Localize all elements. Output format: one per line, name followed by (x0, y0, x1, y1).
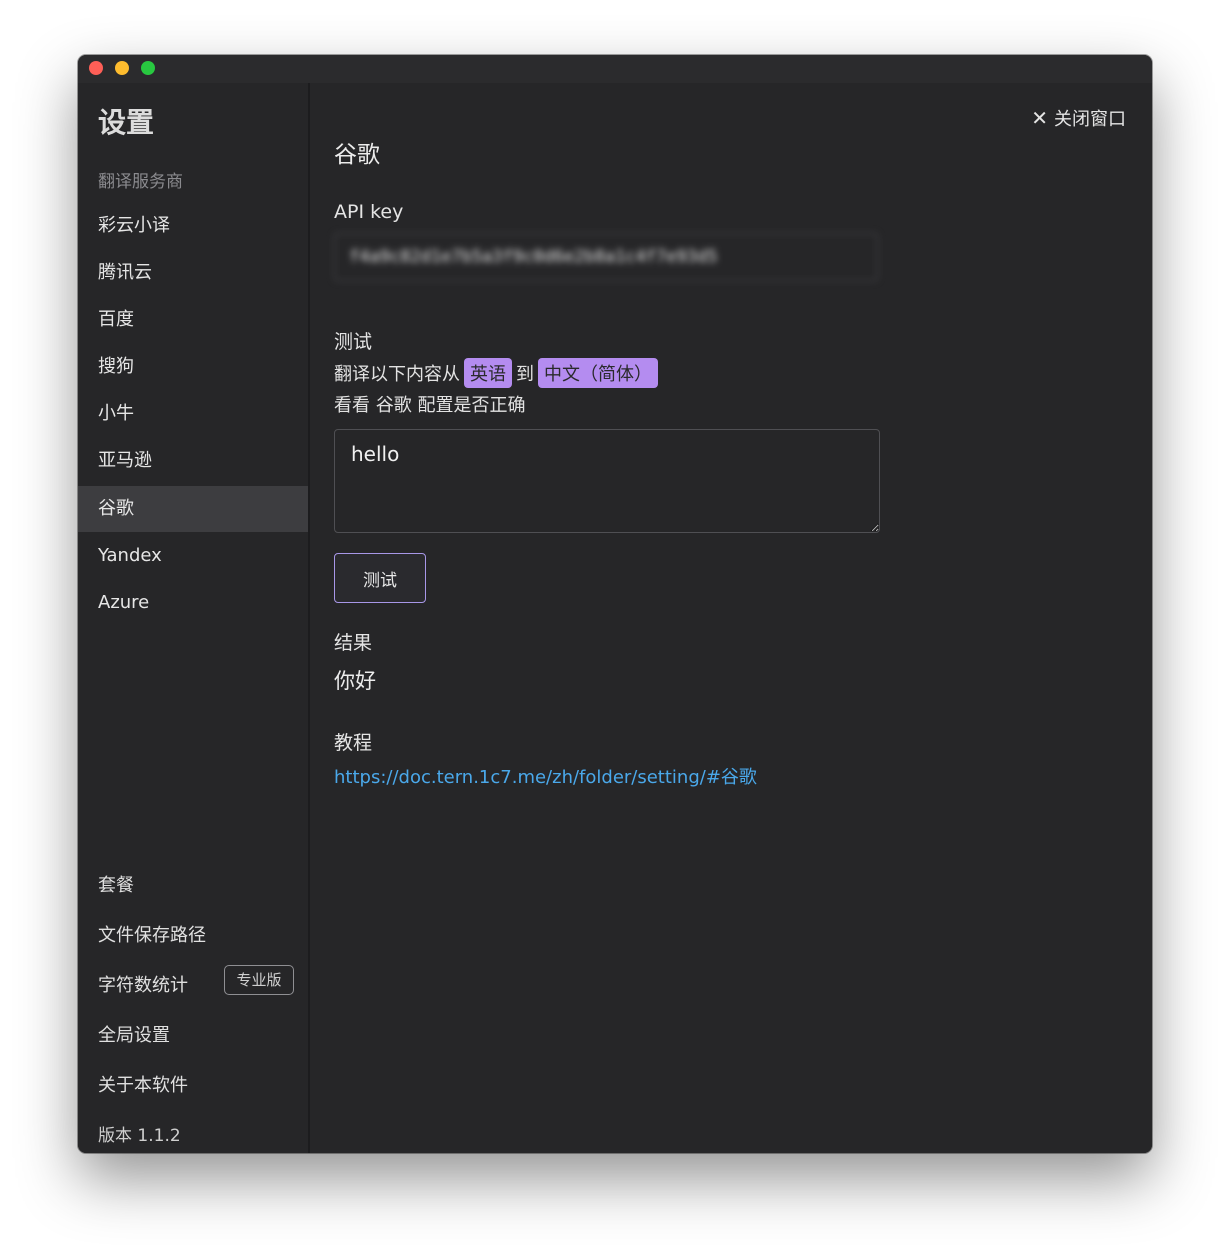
target-language-chip[interactable]: 中文（简体） (538, 358, 658, 388)
close-window-dot[interactable] (89, 61, 103, 75)
result-value: 你好 (334, 669, 376, 693)
sidebar-item-amazon[interactable]: 亚马逊 (78, 438, 308, 484)
pro-badge: 专业版 (224, 965, 294, 995)
sidebar-item-tencent[interactable]: 腾讯云 (78, 250, 308, 296)
api-key-input[interactable] (334, 233, 878, 281)
page-title: 谷歌 (334, 142, 380, 168)
source-language-chip[interactable]: 英语 (464, 358, 512, 388)
sidebar-item-global-settings[interactable]: 全局设置 (98, 1021, 170, 1047)
sidebar-item-sogou[interactable]: 搜狗 (78, 344, 308, 390)
sidebar-item-google[interactable]: 谷歌 (78, 486, 308, 532)
result-label: 结果 (334, 632, 373, 654)
test-heading: 测试 (334, 331, 373, 353)
version-label: 版本 1.1.2 (98, 1126, 181, 1146)
sidebar-item-plan[interactable]: 套餐 (98, 871, 134, 897)
sidebar-item-char-count[interactable]: 字符数统计 (98, 971, 188, 997)
sidebar: 设置 翻译服务商 彩云小译 腾讯云 百度 搜狗 小牛 亚马逊 谷歌 Yandex… (78, 83, 310, 1153)
sidebar-item-niutrans[interactable]: 小牛 (78, 391, 308, 437)
close-window-label: 关闭窗口 (1054, 109, 1126, 130)
sidebar-item-azure[interactable]: Azure (78, 580, 308, 626)
sidebar-item-yandex[interactable]: Yandex (78, 533, 308, 579)
zoom-window-dot[interactable] (141, 61, 155, 75)
main-panel: ✕ 关闭窗口 谷歌 API key 测试 翻译以下内容从英语到中文（简体） 看看 … (310, 83, 1152, 1153)
close-icon: ✕ (1031, 106, 1048, 130)
test-button[interactable]: 测试 (334, 553, 426, 603)
api-key-label: API key (334, 201, 404, 223)
sidebar-item-file-save-path[interactable]: 文件保存路径 (98, 921, 206, 947)
minimize-window-dot[interactable] (115, 61, 129, 75)
test-description: 翻译以下内容从 英语到中文（简体） (334, 358, 662, 388)
test-input[interactable] (334, 429, 880, 533)
test-desc-connector: 到 (516, 364, 534, 385)
title-bar (78, 55, 1152, 83)
sidebar-item-baidu[interactable]: 百度 (78, 297, 308, 343)
sidebar-item-about[interactable]: 关于本软件 (98, 1071, 188, 1097)
tutorial-link[interactable]: https://doc.tern.1c7.me/zh/folder/settin… (334, 763, 757, 789)
close-window-button[interactable]: ✕ 关闭窗口 (1031, 105, 1126, 131)
settings-window: 设置 翻译服务商 彩云小译 腾讯云 百度 搜狗 小牛 亚马逊 谷歌 Yandex… (78, 55, 1152, 1153)
provider-section-label: 翻译服务商 (98, 172, 183, 192)
test-desc-prefix: 翻译以下内容从 (334, 364, 460, 385)
tutorial-label: 教程 (334, 732, 373, 754)
test-description-line2: 看看 谷歌 配置是否正确 (334, 395, 526, 416)
sidebar-item-caiyun[interactable]: 彩云小译 (78, 203, 308, 249)
sidebar-title: 设置 (98, 106, 155, 139)
